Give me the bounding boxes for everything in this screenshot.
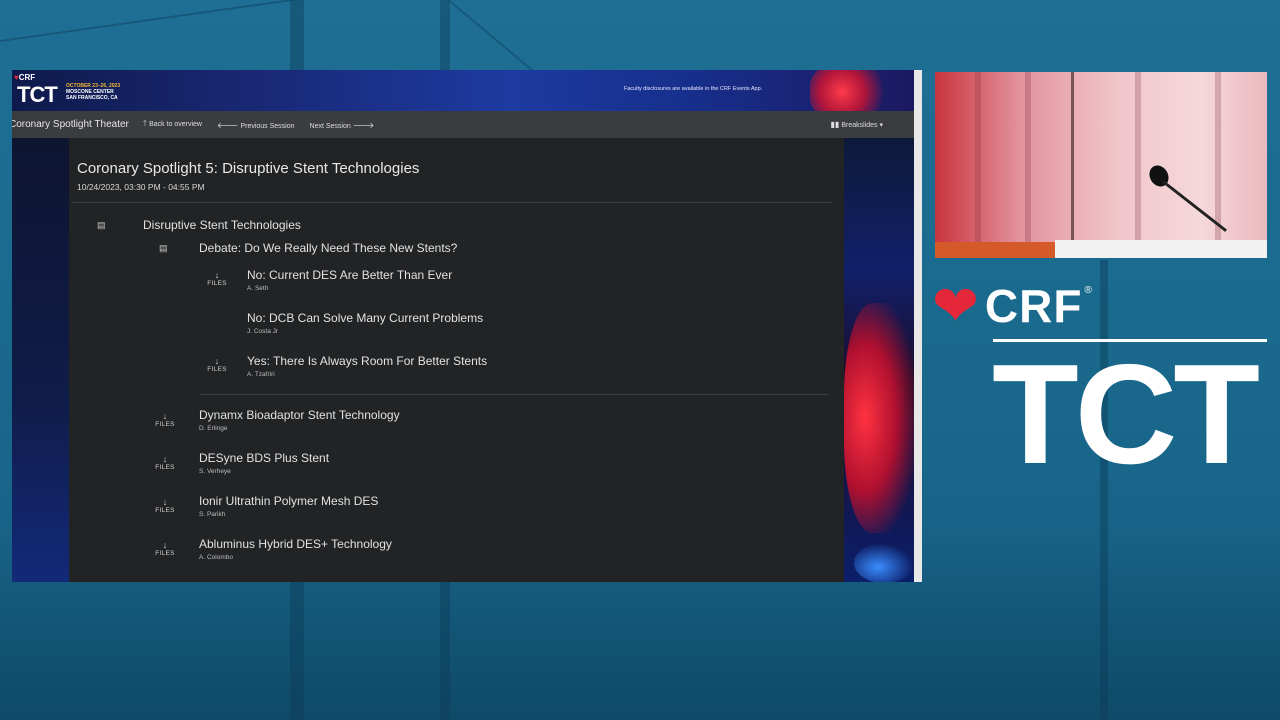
speaker-camera-feed bbox=[935, 72, 1267, 258]
top-navbar: Coronary Spotlight Theater 🡑 Back to over… bbox=[12, 111, 914, 138]
debate-row: Debate: Do We Really Need These New Sten… bbox=[199, 241, 457, 255]
event-info: OCTOBER 23–26, 2023 MOSCONE CENTER SAN F… bbox=[66, 83, 120, 101]
list-item[interactable]: Abluminus Hybrid DES+ Technology A. Colo… bbox=[199, 537, 392, 561]
download-icon: ↓ bbox=[214, 270, 220, 280]
caret-down-icon: ▾ bbox=[879, 122, 883, 129]
list-item[interactable]: Ionir Ultrathin Polymer Mesh DES S. Pari… bbox=[199, 494, 378, 518]
files-download-button[interactable]: ↓ FILES bbox=[154, 497, 176, 514]
browser-window: ♥CRF TCT OCTOBER 23–26, 2023 MOSCONE CEN… bbox=[12, 70, 922, 582]
files-download-button[interactable]: ↓ FILES bbox=[154, 454, 176, 471]
session-time: 10/24/2023, 03:30 PM - 04:55 PM bbox=[77, 182, 205, 192]
arrow-left-icon: 🡐 bbox=[216, 120, 239, 130]
arrow-right-icon: 🡒 bbox=[352, 120, 375, 130]
crf-brand-logo: ❤ CRF ® bbox=[932, 274, 1092, 337]
session-content: Coronary Spotlight 5: Disruptive Stent T… bbox=[69, 138, 844, 582]
debate-title: Debate: Do We Really Need These New Sten… bbox=[199, 241, 458, 255]
tct-brand-logo: TCT bbox=[992, 335, 1260, 494]
list-icon: ▤ bbox=[159, 243, 168, 253]
heart-icon: ❤ bbox=[932, 274, 979, 337]
files-download-button[interactable]: ↓ FILES bbox=[154, 411, 176, 428]
group-title: Disruptive Stent Technologies bbox=[143, 218, 301, 232]
files-download-button[interactable]: ↓ FILES bbox=[206, 270, 228, 287]
tct-logo: TCT bbox=[17, 82, 58, 107]
download-icon: ↓ bbox=[162, 540, 168, 550]
back-to-overview-link[interactable]: 🡑 Back to overview bbox=[143, 118, 202, 132]
event-banner: ♥CRF TCT OCTOBER 23–26, 2023 MOSCONE CEN… bbox=[12, 70, 914, 111]
group-row: Disruptive Stent Technologies bbox=[143, 218, 301, 232]
download-icon: ↓ bbox=[162, 497, 168, 507]
list-item[interactable]: Yes: There Is Always Room For Better Ste… bbox=[247, 354, 487, 378]
heart-illustration bbox=[810, 70, 890, 111]
left-background-art bbox=[12, 138, 69, 582]
crf-logo: ♥CRF bbox=[14, 73, 36, 82]
files-download-button[interactable]: ↓ FILES bbox=[206, 356, 228, 373]
list-item[interactable]: Dynamx Bioadaptor Stent Technology D. Er… bbox=[199, 408, 400, 432]
event-city: SAN FRANCISCO, CA bbox=[66, 95, 118, 101]
list-item[interactable]: No: Current DES Are Better Than Ever A. … bbox=[247, 268, 452, 292]
disclosure-note: Faculty disclosures are available in the… bbox=[624, 86, 763, 92]
download-icon: ↓ bbox=[214, 356, 220, 366]
download-icon: ↓ bbox=[162, 454, 168, 464]
next-session-link[interactable]: Next Session 🡒 bbox=[310, 120, 377, 130]
right-heart-art bbox=[844, 138, 914, 582]
list-icon: ▤ bbox=[97, 220, 106, 230]
breakslides-dropdown[interactable]: ▮▮ Breakslides ▾ bbox=[831, 120, 883, 129]
columns-icon: ▮▮ bbox=[830, 120, 840, 129]
download-icon: ↓ bbox=[162, 411, 168, 421]
list-item[interactable]: No: DCB Can Solve Many Current Problems … bbox=[247, 311, 483, 335]
divider bbox=[71, 202, 833, 203]
navbar-brand[interactable]: Coronary Spotlight Theater bbox=[12, 119, 129, 130]
previous-session-link[interactable]: 🡐 Previous Session bbox=[217, 120, 295, 130]
files-download-button[interactable]: ↓ FILES bbox=[154, 540, 176, 557]
divider bbox=[199, 394, 829, 395]
arrow-up-icon: 🡑 bbox=[142, 118, 148, 128]
session-title: Coronary Spotlight 5: Disruptive Stent T… bbox=[77, 160, 420, 177]
list-item[interactable]: DESyne BDS Plus Stent S. Verheye bbox=[199, 451, 329, 475]
